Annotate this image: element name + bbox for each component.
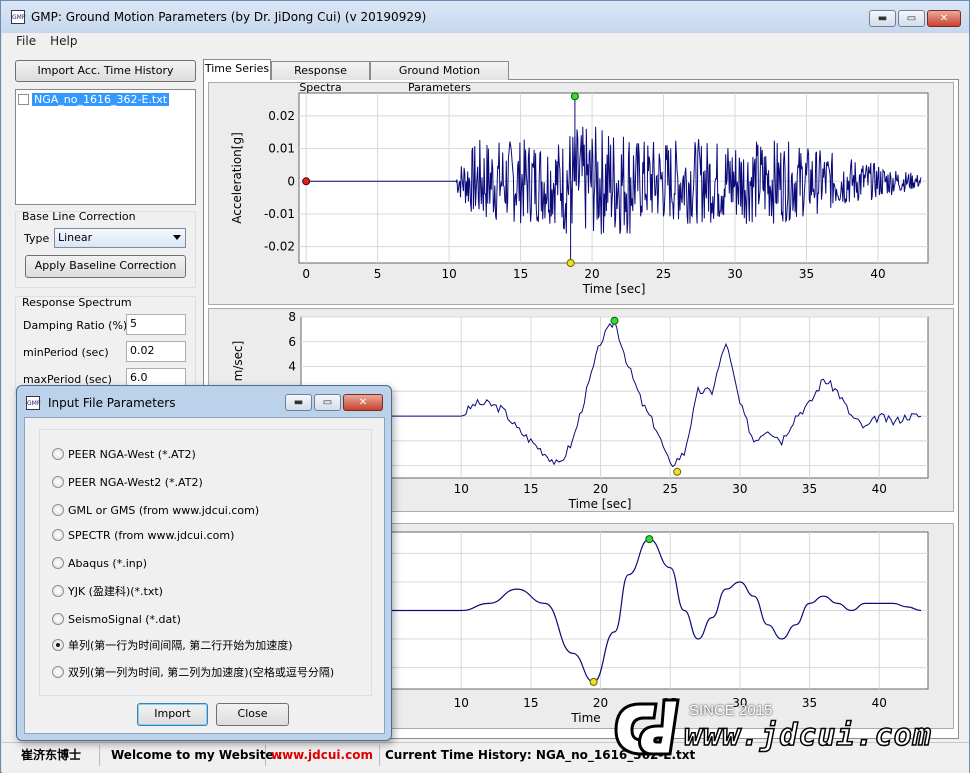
radio-label: YJK (盈建科)(*.txt) [68,585,163,598]
radio-label: GML or GMS (from www.jdcui.com) [68,503,260,517]
x-tick-label: 20 [593,696,608,710]
radio-button-icon[interactable] [52,666,64,678]
radio-button-icon[interactable] [52,639,64,651]
x-tick-label: 10 [454,482,469,496]
x-tick-label: 0 [302,267,310,281]
velocity-plot-area [300,316,929,479]
max-marker [610,316,619,325]
format-radio-option[interactable]: SPECTR (from www.jdcui.com) [52,527,234,543]
app-icon: GMP [26,396,40,410]
import-button[interactable]: Import [137,703,208,726]
format-radio-option[interactable]: SeismoSignal (*.dat) [52,611,181,627]
radio-button-icon[interactable] [52,557,64,569]
x-tick-label: 40 [872,482,887,496]
format-radio-group: PEER NGA-West (*.AT2) PEER NGA-West2 (*.A… [39,429,372,696]
format-radio-option[interactable]: YJK (盈建科)(*.txt) [52,583,163,599]
x-axis-label: Time [570,711,600,725]
x-tick-label: 15 [513,267,528,281]
tab-time-series[interactable]: Time Series [203,59,271,80]
acceleration-plot-area [298,92,929,264]
x-tick-label: 35 [802,696,817,710]
format-radio-option[interactable]: 单列(第一行为时间间隔, 第二行开始为加速度) [52,637,293,653]
radio-button-icon[interactable] [52,529,64,541]
x-tick-label: 15 [523,696,538,710]
y-tick-label: 8 [288,310,296,324]
x-tick-label: 40 [870,267,885,281]
max-marker [570,92,579,101]
y-tick-label: -0.02 [264,240,295,254]
x-tick-label: 30 [732,696,747,710]
input-file-parameters-dialog: GMP Input File Parameters ▬ ▭ ✕ PEER NGA… [16,385,392,741]
x-axis-label: Time [sec] [568,497,632,511]
radio-label: 单列(第一行为时间间隔, 第二行开始为加速度) [68,639,293,652]
y-axis-label: m/sec] [231,341,245,382]
x-tick-label: 35 [802,482,817,496]
x-tick-label: 20 [593,482,608,496]
x-tick-label: 30 [732,482,747,496]
y-tick-label: 4 [288,360,296,374]
dialog-minimize-button[interactable]: ▬ [285,394,312,411]
status-site-link[interactable]: www.jdcui.com [266,745,380,766]
y-tick-label: 0.01 [268,142,295,156]
x-tick-label: 25 [663,482,678,496]
format-radio-option[interactable]: GML or GMS (from www.jdcui.com) [52,502,259,518]
radio-label: 双列(第一列为时间, 第二列为加速度)(空格或逗号分隔) [68,666,335,679]
x-tick-label: 10 [454,696,469,710]
radio-label: SeismoSignal (*.dat) [68,612,181,626]
x-tick-label: 30 [727,267,742,281]
min-marker [673,467,682,476]
y-tick-label: 0 [287,174,295,188]
x-tick-label: 5 [374,267,382,281]
radio-label: SPECTR (from www.jdcui.com) [68,528,235,542]
dialog-body: PEER NGA-West (*.AT2) PEER NGA-West2 (*.A… [24,417,385,734]
radio-label: PEER NGA-West (*.AT2) [68,447,196,461]
x-tick-label: 10 [441,267,456,281]
status-bar: 崔济东博士 Welcome to my Website : www.jdcui.… [2,742,969,773]
y-axis-label: Acceleration[g] [230,132,244,224]
radio-label: PEER NGA-West2 (*.AT2) [68,475,203,489]
x-tick-label: 15 [523,482,538,496]
format-radio-option[interactable]: 双列(第一列为时间, 第二列为加速度)(空格或逗号分隔) [52,664,334,680]
acceleration-plot: 0 5 10 15 20 25 30 35 40 0.02 0.01 0 -0.01 -0.02 Time … [230,92,929,296]
min-marker [566,259,575,267]
radio-button-icon[interactable] [52,613,64,625]
y-tick-label: -0.01 [264,207,295,221]
min-marker [589,677,598,686]
dialog-close-button[interactable]: Close [216,703,289,726]
start-marker [302,177,311,186]
dialog-title: Input File Parameters [48,396,176,410]
status-current-file: Current Time History: NGA_no_1616_362-E.… [385,748,696,762]
x-tick-label: 40 [872,696,887,710]
y-tick-label: 0.02 [268,109,295,123]
max-marker [645,535,654,544]
status-welcome: Welcome to my Website : [106,745,283,766]
x-tick-label: 25 [656,267,671,281]
format-radio-option[interactable]: PEER NGA-West2 (*.AT2) [52,474,203,490]
radio-button-icon[interactable] [52,448,64,460]
status-author: 崔济东博士 [16,745,100,766]
format-radio-option[interactable]: Abaqus (*.inp) [52,555,147,571]
displacement-plot: 10 15 20 25 30 35 40 Time [300,531,929,725]
dialog-maximize-button[interactable]: ▭ [314,394,341,411]
x-tick-label: 20 [584,267,599,281]
radio-button-icon[interactable] [52,504,64,516]
radio-label: Abaqus (*.inp) [68,556,148,570]
radio-button-icon[interactable] [52,585,64,597]
y-tick-label: 6 [288,335,296,349]
radio-button-icon[interactable] [52,476,64,488]
dialog-close-icon-button[interactable]: ✕ [343,394,383,411]
x-tick-label: 35 [799,267,814,281]
format-radio-option[interactable]: PEER NGA-West (*.AT2) [52,446,196,462]
x-tick-label: 25 [663,696,678,710]
x-axis-label: Time [sec] [582,282,646,296]
